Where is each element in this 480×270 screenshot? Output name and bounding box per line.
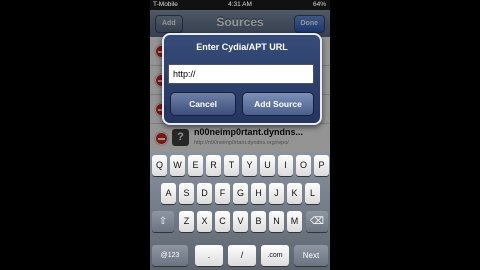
slash-key[interactable]: / [228, 245, 256, 266]
key-m[interactable]: M [287, 211, 302, 232]
keyboard: Q W E R T Y U I O P A S D F G H J K L ⇧ … [150, 152, 330, 270]
key-x[interactable]: X [197, 211, 212, 232]
url-input[interactable]: http:// [168, 64, 314, 84]
battery-label: 64% [312, 1, 326, 8]
key-s[interactable]: S [179, 183, 194, 204]
key-c[interactable]: C [215, 211, 230, 232]
key-j[interactable]: J [269, 183, 284, 204]
add-source-button[interactable]: Add Source [242, 92, 314, 116]
key-q[interactable]: Q [152, 155, 167, 176]
alert-title: Enter Cydia/APT URL [196, 42, 288, 52]
cancel-button[interactable]: Cancel [170, 92, 236, 116]
dot-key[interactable]: . [195, 245, 223, 266]
key-a[interactable]: A [161, 183, 176, 204]
time-label: 4:31 AM [228, 1, 252, 8]
key-k[interactable]: K [287, 183, 302, 204]
key-z[interactable]: Z [179, 211, 194, 232]
key-v[interactable]: V [233, 211, 248, 232]
key-u[interactable]: U [260, 155, 275, 176]
phone-screen: T-Mobile 4:31 AM 64% Add Sources Done ? … [150, 0, 330, 270]
key-o[interactable]: O [296, 155, 311, 176]
key-y[interactable]: Y [242, 155, 257, 176]
key-d[interactable]: D [197, 183, 212, 204]
shift-key[interactable]: ⇧ [152, 211, 174, 232]
url-alert-dialog: Enter Cydia/APT URL http:// Cancel Add S… [162, 33, 322, 125]
key-w[interactable]: W [170, 155, 185, 176]
key-t[interactable]: T [224, 155, 239, 176]
backspace-key[interactable]: ⌫ [306, 211, 328, 232]
next-key[interactable]: Next [294, 245, 328, 266]
numbers-key[interactable]: @123 [152, 245, 188, 266]
status-bar: T-Mobile 4:31 AM 64% [150, 0, 330, 10]
key-e[interactable]: E [188, 155, 203, 176]
key-g[interactable]: G [233, 183, 248, 204]
key-h[interactable]: H [251, 183, 266, 204]
key-r[interactable]: R [206, 155, 221, 176]
key-i[interactable]: I [278, 155, 293, 176]
key-p[interactable]: P [314, 155, 329, 176]
key-b[interactable]: B [251, 211, 266, 232]
key-l[interactable]: L [305, 183, 320, 204]
key-n[interactable]: N [269, 211, 284, 232]
dotcom-key[interactable]: .com [261, 245, 289, 266]
key-f[interactable]: F [215, 183, 230, 204]
